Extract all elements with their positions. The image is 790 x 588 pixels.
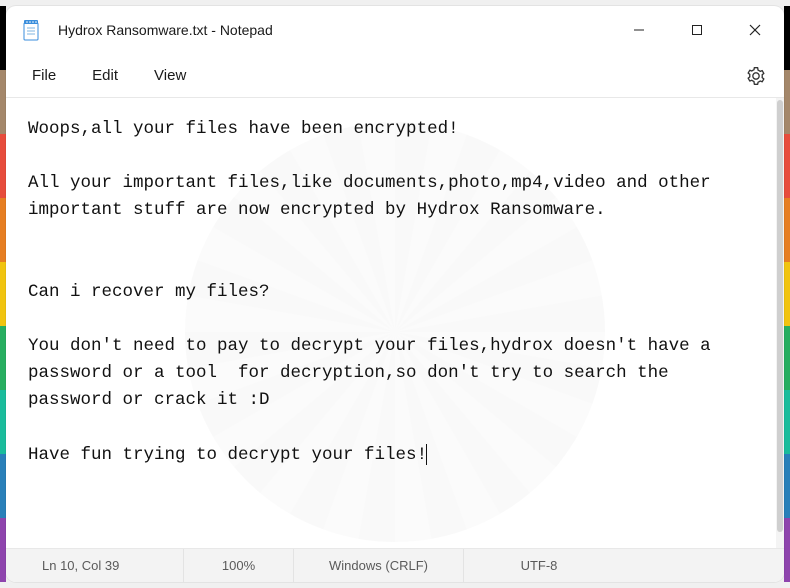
text-editor[interactable]: Woops,all your files have been encrypted…: [6, 98, 776, 548]
edge-stripe-right: [784, 6, 790, 582]
menu-edit[interactable]: Edit: [74, 61, 136, 90]
maximize-icon: [691, 24, 703, 36]
editor-area: Woops,all your files have been encrypted…: [6, 98, 784, 548]
close-icon: [749, 24, 761, 36]
vertical-scrollbar[interactable]: [776, 98, 784, 548]
maximize-button[interactable]: [668, 6, 726, 54]
menu-view[interactable]: View: [136, 61, 204, 90]
status-line-ending[interactable]: Windows (CRLF): [294, 549, 464, 582]
status-zoom[interactable]: 100%: [184, 549, 294, 582]
settings-button[interactable]: [736, 58, 776, 94]
notepad-window: Hydrox Ransomware.txt - Notepad F: [6, 6, 784, 582]
status-encoding[interactable]: UTF-8: [464, 549, 614, 582]
status-bar: Ln 10, Col 39 100% Windows (CRLF) UTF-8: [6, 548, 784, 582]
status-cursor-position: Ln 10, Col 39: [14, 549, 184, 582]
title-bar: Hydrox Ransomware.txt - Notepad: [6, 6, 784, 54]
notepad-icon: [22, 19, 40, 41]
text-caret: [426, 444, 427, 465]
gear-icon: [746, 66, 766, 86]
minimize-button[interactable]: [610, 6, 668, 54]
minimize-icon: [633, 24, 645, 36]
window-title: Hydrox Ransomware.txt - Notepad: [58, 22, 273, 38]
window-controls: [610, 6, 784, 54]
document-text: Woops,all your files have been encrypted…: [28, 119, 721, 465]
scrollbar-thumb[interactable]: [777, 100, 783, 532]
menu-bar: File Edit View: [6, 54, 784, 98]
close-button[interactable]: [726, 6, 784, 54]
menu-file[interactable]: File: [14, 61, 74, 90]
